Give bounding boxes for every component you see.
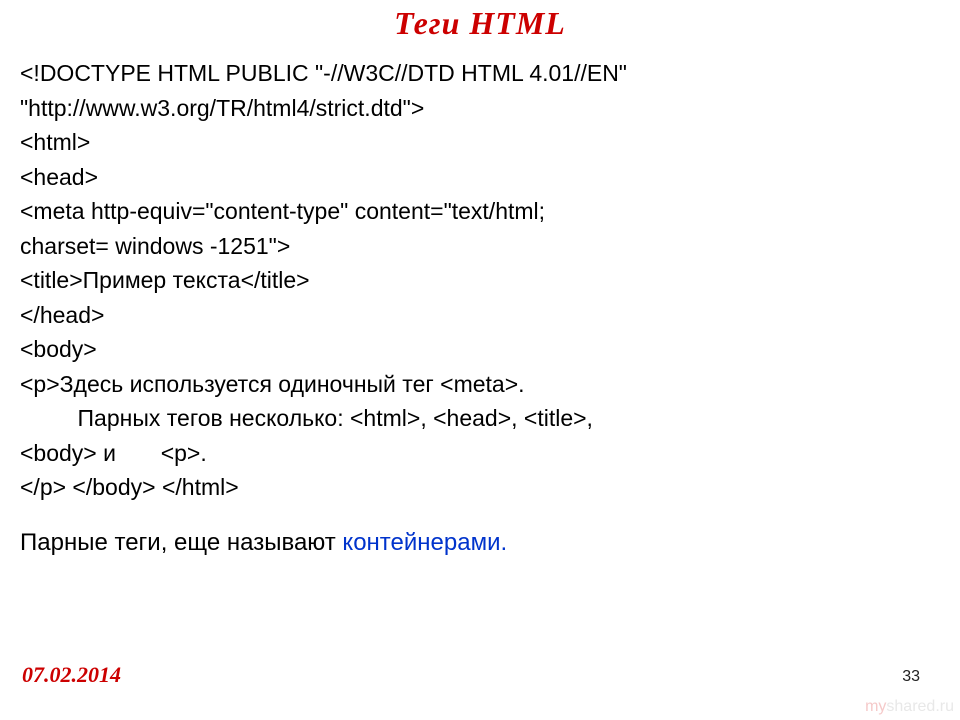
code-line: </head>	[20, 302, 104, 328]
slide-container: Теги HTML <!DOCTYPE HTML PUBLIC "-//W3C/…	[0, 0, 960, 720]
slide-date: 07.02.2014	[22, 662, 121, 688]
code-line: <title>Пример текста</title>	[20, 267, 310, 293]
code-line: Парных тегов несколько: <html>, <head>, …	[20, 405, 593, 431]
code-example: <!DOCTYPE HTML PUBLIC "-//W3C//DTD HTML …	[20, 56, 940, 505]
code-line: <!DOCTYPE HTML PUBLIC "-//W3C//DTD HTML …	[20, 60, 627, 86]
slide-title: Теги HTML	[20, 5, 940, 42]
watermark: myshared.ru	[859, 694, 960, 720]
footer-note: Парные теги, еще называют контейнерами.	[20, 525, 940, 561]
code-line: <p>Здесь используется одиночный тег <met…	[20, 371, 525, 397]
code-line: <meta http-equiv="content-type" content=…	[20, 198, 545, 224]
code-line: <head>	[20, 164, 98, 190]
footer-text: Парные теги, еще называют	[20, 529, 342, 556]
footer-highlight: контейнерами.	[342, 529, 507, 556]
code-line: <body> и <p>.	[20, 440, 207, 466]
watermark-shared: shared	[886, 698, 935, 715]
page-number: 33	[902, 668, 920, 686]
code-line: charset= windows -1251">	[20, 233, 290, 259]
code-line: </p> </body> </html>	[20, 474, 239, 500]
watermark-my: my	[865, 698, 886, 715]
watermark-ru: .ru	[935, 698, 954, 715]
code-line: "http://www.w3.org/TR/html4/strict.dtd">	[20, 95, 424, 121]
code-line: <body>	[20, 336, 97, 362]
code-line: <html>	[20, 129, 90, 155]
